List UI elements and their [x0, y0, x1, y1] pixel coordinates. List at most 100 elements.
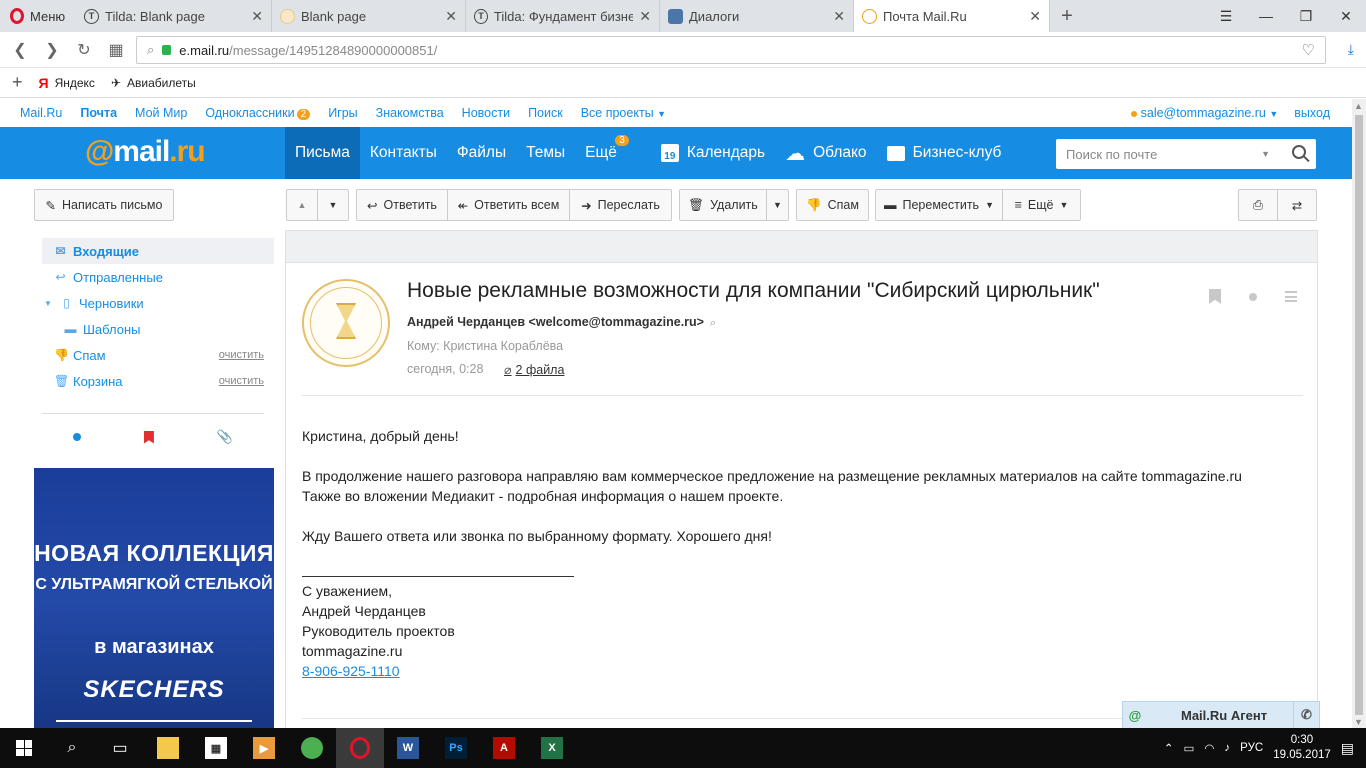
more-button[interactable]: ≡ Ещё ▼: [1002, 189, 1081, 221]
menu-icon[interactable]: [1285, 291, 1297, 302]
user-menu[interactable]: sale@tommagazine.ru ▼: [1130, 106, 1278, 120]
new-tab-button[interactable]: +: [1050, 0, 1084, 32]
delete-dropdown-button[interactable]: ▼: [766, 189, 789, 221]
volume-icon[interactable]: ♪: [1224, 742, 1230, 754]
search-input[interactable]: Поиск по почте ▼: [1056, 139, 1316, 169]
bookmark-icon[interactable]: [1209, 289, 1221, 304]
attachment-filter-icon[interactable]: 📎: [216, 429, 232, 445]
nav-letters[interactable]: Письма: [285, 127, 360, 179]
scroll-down-icon[interactable]: ▼: [1354, 717, 1363, 727]
nav-more[interactable]: Ещё 3: [575, 127, 629, 179]
move-button[interactable]: ▬ Переместить ▼: [875, 189, 1003, 221]
portal-link[interactable]: Знакомства: [376, 106, 444, 120]
nav-business-club[interactable]: Бизнес-клуб: [877, 127, 1012, 179]
search-icon[interactable]: ⌕: [710, 317, 716, 329]
nav-cloud[interactable]: ☁ Облако: [775, 127, 876, 179]
scroll-thumb[interactable]: [1355, 115, 1363, 715]
flag-filter-icon[interactable]: [143, 430, 154, 444]
folder-sent[interactable]: ↩ Отправленные: [42, 264, 274, 290]
portal-link[interactable]: Новости: [462, 106, 510, 120]
folder-trash[interactable]: 🗑 Корзина очистить: [42, 368, 274, 394]
caret-down-icon[interactable]: ▼: [1261, 149, 1270, 159]
portal-link[interactable]: Mail.Ru: [20, 106, 62, 120]
bookmark-aviabilety[interactable]: ✈ Авиабилеты: [111, 76, 196, 90]
portal-link[interactable]: Игры: [328, 106, 357, 120]
download-icon[interactable]: ⤓: [1348, 41, 1354, 58]
portal-link[interactable]: Почта: [80, 106, 117, 120]
task-view-icon[interactable]: ▭: [96, 728, 144, 768]
forward-button[interactable]: ➜ Переслать: [569, 189, 672, 221]
language-indicator[interactable]: РУС: [1240, 742, 1263, 754]
reload-icon[interactable]: ↻: [68, 40, 100, 60]
browser-tab[interactable]: Blank page ✕: [272, 0, 466, 32]
notifications-icon[interactable]: ▤: [1341, 740, 1354, 757]
nav-files[interactable]: Файлы: [447, 127, 516, 179]
next-message-button[interactable]: ▼: [317, 189, 349, 221]
mailru-logo[interactable]: @mail.ru: [85, 135, 206, 169]
close-icon[interactable]: ✕: [639, 8, 651, 25]
add-bookmark-icon[interactable]: +: [12, 72, 23, 93]
start-button[interactable]: [0, 728, 48, 768]
phone-link[interactable]: 8-906-925-1110: [302, 661, 1242, 681]
media-player-icon[interactable]: ▶: [240, 728, 288, 768]
folder-inbox[interactable]: ✉ Входящие: [42, 238, 274, 264]
browser-tab[interactable]: Диалоги ✕: [660, 0, 854, 32]
close-icon[interactable]: ✕: [1029, 8, 1041, 25]
forward-icon[interactable]: ❯: [36, 40, 68, 60]
photoshop-icon[interactable]: Ps: [432, 728, 480, 768]
wifi-icon[interactable]: ◠: [1204, 741, 1214, 755]
heart-icon[interactable]: ♡: [1302, 41, 1315, 59]
print-button[interactable]: ⎙: [1238, 189, 1278, 221]
reply-button[interactable]: ↩ Ответить: [356, 189, 448, 221]
portal-link[interactable]: Мой Мир: [135, 106, 187, 120]
spam-button[interactable]: 👎 Спам: [796, 189, 869, 221]
mailru-agent-widget[interactable]: @ Mail.Ru Агент ✆: [1122, 701, 1320, 729]
page-scrollbar[interactable]: ▲ ▼: [1352, 99, 1366, 729]
network-icon[interactable]: ▭: [1184, 741, 1195, 755]
browser-tab[interactable]: T Tilda: Фундамент бизнес- ✕: [466, 0, 660, 32]
attachments-link[interactable]: ⌀ 2 файла: [504, 362, 564, 377]
speed-dial-icon[interactable]: ▦: [100, 40, 132, 60]
nav-contacts[interactable]: Контакты: [360, 127, 447, 179]
opera-icon[interactable]: [336, 728, 384, 768]
unread-toggle-icon[interactable]: [1249, 293, 1257, 301]
excel-icon[interactable]: X: [528, 728, 576, 768]
expand-icon[interactable]: ▼: [42, 299, 54, 308]
browser-tab-active[interactable]: Почта Mail.Ru ✕: [854, 0, 1050, 32]
logout-link[interactable]: выход: [1294, 106, 1330, 120]
nav-themes[interactable]: Темы: [516, 127, 575, 179]
nav-calendar[interactable]: 19 Календарь: [651, 127, 775, 179]
back-icon[interactable]: ❮: [4, 40, 36, 60]
clear-trash-link[interactable]: очистить: [219, 375, 264, 387]
view-toggle-button[interactable]: ⇄: [1277, 189, 1317, 221]
word-icon[interactable]: W: [384, 728, 432, 768]
unread-filter-icon[interactable]: [73, 433, 82, 441]
close-icon[interactable]: ✕: [445, 8, 457, 25]
clock[interactable]: 0:30 19.05.2017: [1273, 733, 1331, 763]
acrobat-icon[interactable]: A: [480, 728, 528, 768]
restore-icon[interactable]: ❐: [1286, 0, 1326, 32]
reply-all-button[interactable]: ↞ Ответить всем: [447, 189, 570, 221]
prev-message-button[interactable]: ▲: [286, 189, 318, 221]
folder-drafts[interactable]: ▼ ▯ Черновики: [42, 290, 274, 316]
clear-spam-link[interactable]: очистить: [219, 349, 264, 361]
store-icon[interactable]: ▦: [192, 728, 240, 768]
close-icon[interactable]: ✕: [251, 8, 263, 25]
scroll-up-icon[interactable]: ▲: [1354, 101, 1363, 111]
ad-banner[interactable]: НОВАЯ КОЛЛЕКЦИЯ С УЛЬТРАМЯГКОЙ СТЕЛЬКОЙ …: [34, 468, 274, 730]
all-projects-link[interactable]: Все проекты ▼: [581, 106, 666, 120]
close-window-icon[interactable]: ✕: [1326, 0, 1366, 32]
portal-link-ok[interactable]: Одноклассники 2: [205, 106, 311, 120]
message-from[interactable]: Андрей Черданцев <welcome@tommagazine.ru…: [407, 315, 716, 330]
folder-spam[interactable]: 👎 Спам очистить: [42, 342, 274, 368]
tab-menu-icon[interactable]: ☰: [1206, 0, 1246, 32]
search-icon[interactable]: [1292, 145, 1306, 159]
phone-icon[interactable]: ✆: [1293, 702, 1319, 728]
minimize-icon[interactable]: —: [1246, 0, 1286, 32]
compose-button[interactable]: ✎ Написать письмо: [34, 189, 174, 221]
bookmark-yandex[interactable]: Я Яндекс: [39, 75, 95, 91]
folder-templates[interactable]: ▬ Шаблоны: [42, 316, 274, 342]
chrome-icon[interactable]: [288, 728, 336, 768]
search-icon[interactable]: ⌕: [48, 728, 96, 768]
tray-expand-icon[interactable]: ⌃: [1164, 741, 1174, 755]
